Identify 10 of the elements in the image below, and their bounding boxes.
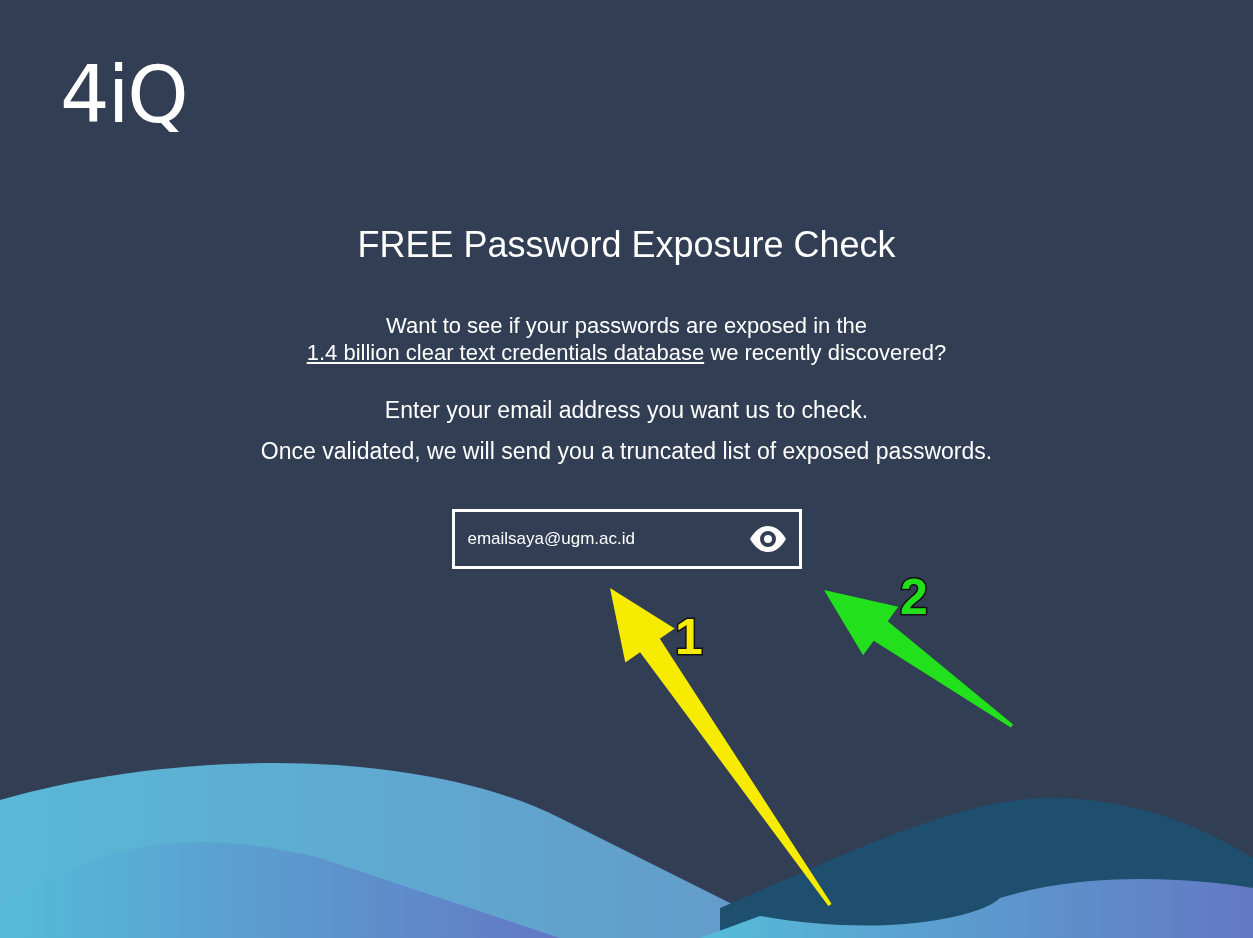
instruction-text: Enter your email address you want us to check.	[384, 396, 869, 424]
instruction-text: Once validated, we will send you a truncated list of exposed passwords.	[260, 437, 993, 465]
database-link[interactable]: 1.4 billion clear text credentials database	[306, 340, 705, 365]
logo: 4iQ	[60, 56, 187, 134]
annotation-number: 1	[675, 612, 703, 662]
page-title: FREE Password Exposure Check	[357, 223, 896, 267]
intro-text: Want to see if your passwords are exposed in the 1.4 billion clear text credentials database we recently discovered?	[306, 312, 947, 366]
annotation-number: 2	[900, 572, 928, 622]
eye-icon[interactable]	[747, 525, 788, 553]
email-field[interactable]: emailsaya@ugm.ac.id	[451, 509, 802, 569]
